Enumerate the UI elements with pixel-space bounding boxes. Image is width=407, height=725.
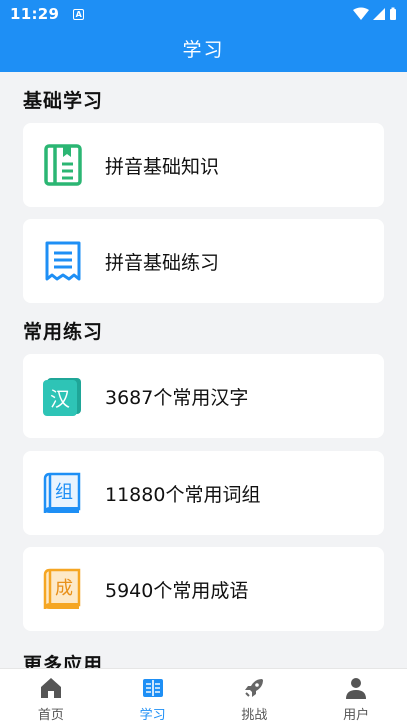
card-label: 拼音基础知识 (105, 155, 220, 178)
wifi-icon (353, 7, 369, 20)
idiom-book-icon: 成 (43, 568, 81, 610)
hanzi-book-icon: 汉 (43, 378, 81, 416)
card-pinyin-knowledge[interactable]: 拼音基础知识 (23, 123, 384, 207)
tab-user[interactable]: 用户 (305, 669, 407, 725)
hanzi-icon-text: 汉 (50, 387, 70, 411)
book-icon (142, 679, 163, 697)
signal-icon (373, 8, 385, 20)
card-ciyu[interactable]: 组 11880个常用词组 (23, 451, 384, 535)
card-label: 5940个常用成语 (105, 579, 249, 602)
card-label: 3687个常用汉字 (105, 386, 249, 409)
status-time: 11:29 (10, 5, 60, 23)
section-title-more: 更多应用 (23, 654, 104, 668)
app-header: 11:29 A 学习 (0, 0, 407, 72)
status-icons (353, 7, 397, 21)
phrase-book-icon: 组 (43, 472, 81, 514)
home-icon (40, 678, 61, 698)
card-hanzi[interactable]: 汉 3687个常用汉字 (23, 354, 384, 438)
card-chengyu[interactable]: 成 5940个常用成语 (23, 547, 384, 631)
receipt-list-icon (45, 241, 81, 281)
tab-label: 挑战 (241, 708, 268, 723)
main-content[interactable]: 基础学习 拼音基础知识 拼音基础练习 常用练习 汉 3687个常用汉字 组 11… (0, 72, 407, 668)
rocket-icon (245, 679, 264, 697)
battery-icon (390, 7, 396, 20)
card-pinyin-practice[interactable]: 拼音基础练习 (23, 219, 384, 303)
bottom-tab-bar: 首页 学习 挑战 用户 (0, 668, 407, 725)
tab-label: 用户 (343, 708, 370, 723)
page-title: 学习 (182, 39, 225, 61)
tab-label: 首页 (37, 708, 64, 723)
status-bar: 11:29 A (0, 0, 407, 28)
card-label: 拼音基础练习 (105, 251, 220, 274)
tab-home[interactable]: 首页 (0, 669, 102, 725)
ciyu-icon-text: 组 (55, 482, 73, 503)
user-icon (346, 678, 367, 699)
tab-study[interactable]: 学习 (102, 669, 204, 725)
section-title-basic: 基础学习 (23, 90, 104, 112)
section-title-common: 常用练习 (23, 321, 104, 343)
notebook-icon (44, 144, 82, 186)
tab-label: 学习 (139, 708, 166, 723)
tab-challenge[interactable]: 挑战 (204, 669, 306, 725)
card-label: 11880个常用词组 (105, 483, 261, 506)
notification-indicator: A (73, 8, 85, 20)
chengyu-icon-text: 成 (55, 578, 73, 599)
